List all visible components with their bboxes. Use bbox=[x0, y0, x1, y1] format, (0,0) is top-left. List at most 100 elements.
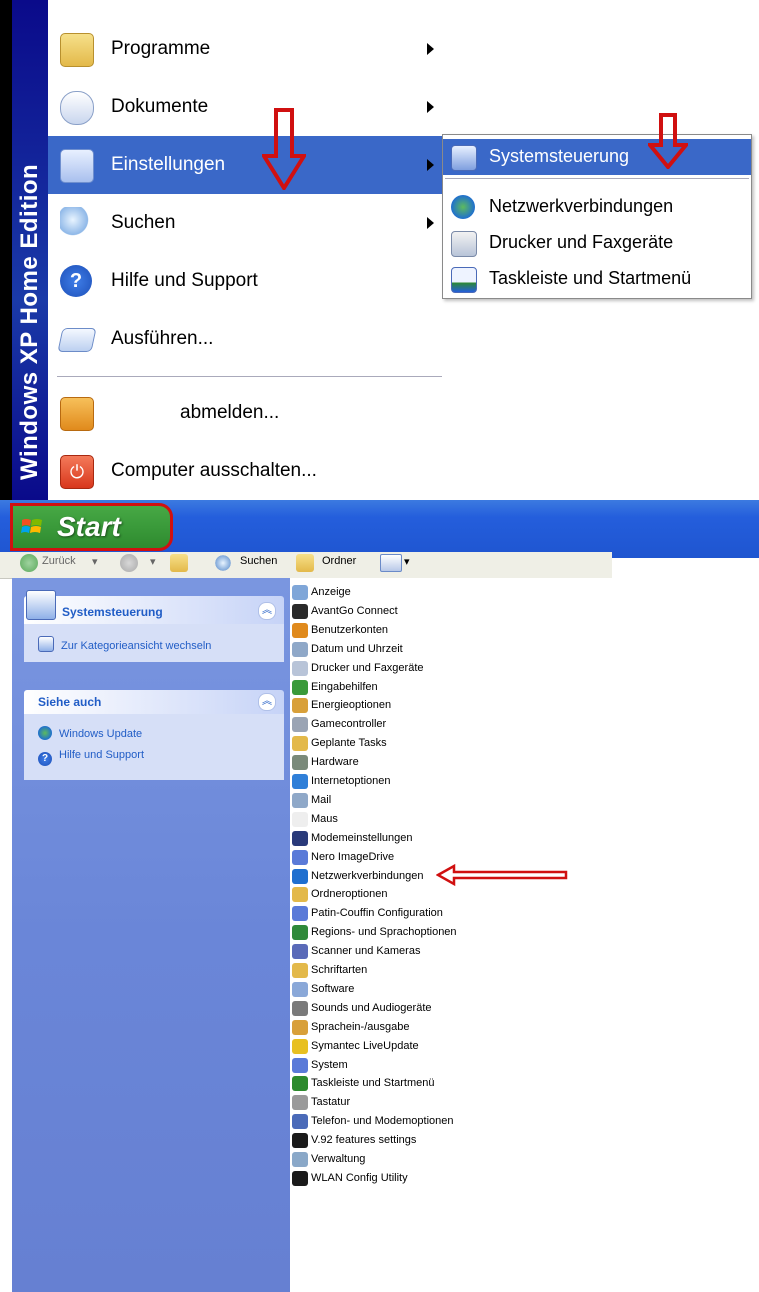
menu-item-einstellungen[interactable]: Einstellungen bbox=[48, 136, 444, 194]
control-panel-item-icon bbox=[292, 774, 308, 789]
control-panel-item-label: Gamecontroller bbox=[311, 718, 387, 731]
back-arrow-icon[interactable] bbox=[20, 554, 38, 572]
control-panel-item-icon bbox=[292, 698, 308, 714]
control-panel-item-icon bbox=[292, 1170, 308, 1186]
collapse-chevron-icon[interactable]: ︽ bbox=[258, 602, 276, 620]
screen-edge bbox=[0, 0, 12, 500]
see-also-header[interactable]: Siehe auch ︽ bbox=[24, 690, 284, 714]
control-panel-item-label: Modemeinstellungen bbox=[311, 831, 413, 844]
switch-view-icon bbox=[38, 636, 54, 652]
submenu-item-label: Drucker und Faxgeräte bbox=[489, 232, 674, 252]
power-icon: ⏻ bbox=[60, 455, 94, 489]
menu-item-label: Programme bbox=[111, 38, 211, 59]
menu-item-dokumente[interactable]: Dokumente bbox=[48, 78, 444, 136]
menu-item-label: Einstellungen bbox=[111, 154, 226, 175]
menu-item-programme[interactable]: Programme bbox=[48, 20, 444, 78]
see-also-title: Siehe auch bbox=[38, 695, 102, 709]
control-panel-item-icon bbox=[292, 1019, 308, 1035]
start-menu-panel: Windows XP Home Edition Programme Dokume… bbox=[12, 0, 444, 500]
control-panel-item-label: Internetoptionen bbox=[311, 775, 391, 787]
submenu-item-systemsteuerung[interactable]: Systemsteuerung bbox=[443, 139, 751, 175]
control-panel-item-icon bbox=[292, 1000, 308, 1016]
views-dropdown-icon[interactable]: ▾ bbox=[404, 555, 410, 568]
control-panel-item-icon bbox=[292, 755, 308, 771]
control-panel-item-icon bbox=[292, 1095, 308, 1111]
control-panel-item-icon bbox=[292, 792, 308, 808]
control-panel-item-label: Hardware bbox=[311, 756, 359, 769]
programs-folder-icon bbox=[60, 33, 94, 67]
search-icon[interactable] bbox=[214, 554, 232, 572]
control-panel-item-icon bbox=[292, 868, 308, 884]
category-view-link-label: Zur Kategorieansicht wechseln bbox=[61, 640, 212, 652]
folders-button-label[interactable]: Ordner bbox=[322, 555, 356, 567]
submenu-item-label: Netzwerkverbindungen bbox=[489, 196, 674, 216]
submenu-arrow-icon bbox=[427, 217, 434, 229]
annotation-arrow-icon bbox=[262, 108, 306, 190]
start-menu: Windows XP Home Edition Programme Dokume… bbox=[0, 0, 759, 558]
folders-icon[interactable] bbox=[296, 554, 314, 572]
submenu-item-drucker[interactable]: Drucker und Faxgeräte bbox=[443, 225, 751, 261]
control-panel-item-icon bbox=[292, 1076, 308, 1092]
control-panel-item-label: Sprachein-/ausgabe bbox=[311, 1020, 410, 1033]
run-icon bbox=[57, 328, 97, 352]
control-panel-item-label: Netzwerkverbindungen bbox=[311, 869, 424, 882]
menu-item-ausschalten[interactable]: ⏻ Computer ausschalten... bbox=[48, 442, 444, 500]
help-icon: ? bbox=[60, 265, 92, 297]
control-panel-item-icon bbox=[292, 981, 308, 997]
settings-submenu: Systemsteuerung Netzwerkverbindungen Dru… bbox=[442, 134, 752, 299]
see-also-body: Windows Update ? Hilfe und Support bbox=[24, 714, 284, 780]
explorer-toolbar: Zurück ▾ ▾ Suchen Ordner ▾ bbox=[0, 552, 612, 579]
control-panel-item-label: Drucker und Faxgeräte bbox=[311, 661, 424, 674]
search-button-label[interactable]: Suchen bbox=[240, 555, 277, 567]
control-panel-item-label: Datum und Uhrzeit bbox=[311, 642, 403, 655]
windows-update-label: Windows Update bbox=[59, 728, 143, 740]
help-icon: ? bbox=[38, 752, 52, 766]
forward-arrow-icon[interactable] bbox=[120, 554, 138, 572]
menu-item-label: Suchen bbox=[111, 212, 176, 233]
control-panel-item-icon bbox=[292, 660, 308, 676]
forward-dropdown-icon[interactable]: ▾ bbox=[150, 555, 156, 568]
menu-item-ausfuehren[interactable]: Ausführen... bbox=[48, 310, 444, 368]
control-panel-item-icon bbox=[292, 641, 308, 657]
menu-item-label: Ausführen... bbox=[111, 328, 214, 349]
views-icon[interactable] bbox=[380, 554, 402, 572]
control-panel-window: Zurück ▾ ▾ Suchen Ordner ▾ Systemsteueru… bbox=[0, 552, 612, 1292]
up-folder-icon[interactable] bbox=[170, 554, 188, 572]
control-panel-item-icon bbox=[292, 736, 308, 752]
help-support-link[interactable]: ? Hilfe und Support bbox=[38, 749, 144, 766]
back-dropdown-icon[interactable]: ▾ bbox=[92, 555, 98, 568]
documents-icon bbox=[60, 91, 94, 125]
windows-update-link[interactable]: Windows Update bbox=[38, 726, 142, 740]
control-panel-item-icon bbox=[292, 830, 308, 846]
task-box-title: Systemsteuerung bbox=[62, 605, 163, 619]
task-box-header[interactable]: Systemsteuerung ︽ bbox=[24, 590, 284, 624]
submenu-item-taskleiste[interactable]: Taskleiste und Startmenü bbox=[443, 261, 751, 297]
control-panel-item-label: Mail bbox=[311, 793, 332, 806]
back-button-label[interactable]: Zurück bbox=[42, 555, 76, 567]
control-panel-item-icon bbox=[292, 717, 308, 733]
category-view-link[interactable]: Zur Kategorieansicht wechseln bbox=[38, 636, 211, 652]
control-panel-item-label: Regions- und Sprachoptionen bbox=[311, 926, 457, 939]
menu-item-label: Dokumente bbox=[111, 96, 209, 117]
menu-item-abmelden[interactable]: abmelden... bbox=[48, 384, 444, 442]
submenu-item-netzwerkverbindungen[interactable]: Netzwerkverbindungen bbox=[443, 189, 751, 225]
control-panel-item-label: Scanner und Kameras bbox=[311, 945, 421, 958]
menu-item-suchen[interactable]: Suchen bbox=[48, 194, 444, 252]
control-panel-item-icon bbox=[292, 849, 308, 865]
help-support-label: Hilfe und Support bbox=[59, 749, 144, 761]
control-panel-item-label: Sounds und Audiogeräte bbox=[311, 1001, 432, 1014]
control-panel-icon bbox=[451, 145, 477, 171]
control-panel-item-icon bbox=[292, 1133, 308, 1149]
control-panel-item-icon bbox=[292, 679, 308, 695]
control-panel-item-label: Symantec LiveUpdate bbox=[311, 1039, 419, 1052]
collapse-chevron-icon[interactable]: ︽ bbox=[258, 693, 276, 711]
annotation-arrow-icon bbox=[436, 863, 568, 887]
control-panel-item-icon bbox=[292, 944, 308, 960]
control-panel-item-icon bbox=[292, 1152, 308, 1167]
control-panel-item-label: Telefon- und Modemoptionen bbox=[311, 1115, 454, 1128]
control-panel-item-label: Maus bbox=[311, 812, 338, 825]
menu-item-hilfe[interactable]: ? Hilfe und Support bbox=[48, 252, 444, 310]
start-button[interactable]: Start bbox=[10, 503, 173, 551]
submenu-item-label: Systemsteuerung bbox=[489, 146, 630, 166]
control-panel-item-icon bbox=[292, 811, 308, 827]
